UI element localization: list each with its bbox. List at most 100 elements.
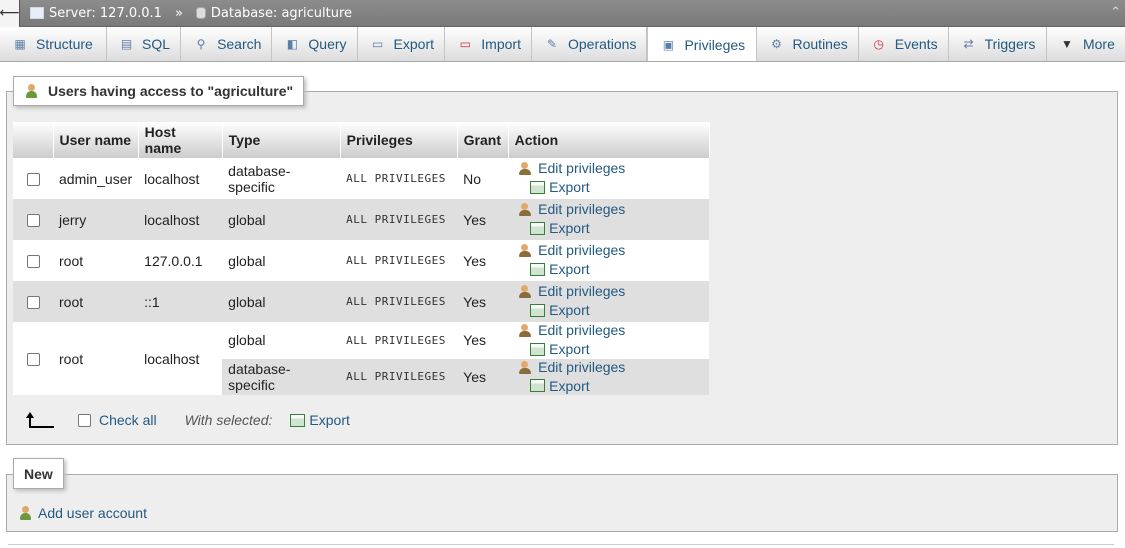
cell-host: 127.0.0.1 — [138, 240, 223, 281]
breadcrumb: Server: 127.0.0.1 » Database: agricultur… — [30, 6, 352, 21]
row-checkbox-cell — [13, 158, 53, 199]
row-checkbox-cell — [13, 199, 53, 240]
tab-operations[interactable]: ✎ Operations — [532, 27, 648, 61]
breadcrumb-server[interactable]: Server: 127.0.0.1 — [49, 6, 162, 21]
back-arrow-icon[interactable]: ⟵ — [0, 0, 20, 27]
column-header-host[interactable]: Host name — [138, 122, 223, 158]
edit-privileges-link[interactable]: Edit privileges — [518, 283, 625, 299]
edit-user-icon — [518, 322, 534, 338]
tab-more[interactable]: ▼ More — [1047, 27, 1125, 61]
row-checkbox-cell — [13, 240, 53, 281]
cell-grant: Yes — [457, 322, 509, 359]
row-checkbox[interactable] — [26, 296, 40, 310]
cell-privileges: ALL PRIVILEGES — [340, 322, 458, 359]
cell-privileges: ALL PRIVILEGES — [340, 199, 458, 240]
row-checkbox[interactable] — [26, 255, 40, 269]
export-selected-button[interactable]: Export — [290, 412, 350, 428]
tab-label: Import — [481, 36, 521, 52]
collapse-icon[interactable]: ⌃ — [1110, 5, 1121, 20]
edit-privileges-link[interactable]: Edit privileges — [518, 160, 625, 176]
cell-user: jerry — [53, 199, 139, 240]
check-all-label[interactable]: Check all — [99, 412, 157, 428]
column-header-grant[interactable]: Grant — [457, 122, 509, 158]
row-checkbox[interactable] — [26, 214, 40, 228]
cell-grant: Yes — [457, 281, 509, 322]
column-header-type[interactable]: Type — [222, 122, 341, 158]
add-user-icon — [18, 505, 34, 521]
cell-type: database-specific — [222, 158, 341, 199]
cell-action: Edit privileges Export — [508, 281, 710, 322]
cell-host: localhost — [138, 322, 223, 395]
with-selected-label: With selected: — [184, 412, 273, 428]
edit-privileges-label: Edit privileges — [538, 358, 626, 375]
breadcrumb-bar: ⟵ Server: 127.0.0.1 » Database: agricult… — [0, 0, 1125, 27]
export-link[interactable]: Export — [530, 341, 590, 357]
edit-privileges-label: Edit privileges — [538, 283, 626, 300]
edit-privileges-link[interactable]: Edit privileges — [518, 242, 625, 258]
arrow-up-left-icon — [26, 412, 54, 428]
cell-privileges: ALL PRIVILEGES — [340, 158, 458, 199]
cell-type: global — [222, 199, 341, 240]
cell-action: Edit privileges Export — [508, 358, 710, 395]
edit-privileges-link[interactable]: Edit privileges — [518, 201, 625, 217]
breadcrumb-separator: » — [174, 5, 183, 21]
tab-query[interactable]: ◧ Query — [272, 27, 358, 61]
export-link[interactable]: Export — [530, 302, 590, 318]
cell-grant: Yes — [457, 358, 509, 395]
cell-host: localhost — [138, 199, 223, 240]
cell-user: admin_user — [53, 158, 139, 199]
tab-import[interactable]: ▭ Import — [445, 27, 532, 61]
tab-events[interactable]: ◷ Events — [859, 27, 949, 61]
cell-user: root — [53, 322, 139, 395]
cell-grant: Yes — [457, 199, 509, 240]
row-checkbox[interactable] — [26, 353, 40, 367]
export-link[interactable]: Export — [530, 378, 590, 394]
cell-privileges: ALL PRIVILEGES — [340, 281, 458, 322]
export-link[interactable]: Export — [530, 261, 590, 277]
users-legend: Users having access to "agriculture" — [13, 76, 305, 106]
table-row: jerry localhost global ALL PRIVILEGES Ye… — [13, 199, 710, 240]
with-selected-bar: Check all With selected: Export — [26, 412, 350, 428]
export-icon — [290, 413, 306, 427]
tab-export[interactable]: ▭ Export — [358, 27, 446, 61]
tab-label: Routines — [792, 36, 848, 52]
row-checkbox-cell — [13, 281, 53, 322]
export-icon — [530, 180, 546, 194]
tab-sql[interactable]: ▤ SQL — [107, 27, 182, 61]
query-icon: ◧ — [286, 37, 299, 51]
tab-label: Events — [894, 36, 938, 52]
tab-structure[interactable]: ▦ Structure — [0, 27, 108, 61]
cell-user: root — [53, 240, 139, 281]
column-header-user[interactable]: User name — [53, 122, 139, 158]
tab-label: Structure — [36, 36, 93, 52]
cell-host: ::1 — [138, 281, 223, 322]
breadcrumb-database[interactable]: Database: agriculture — [211, 6, 352, 21]
tab-search[interactable]: ⚲ Search — [181, 27, 273, 61]
edit-privileges-link[interactable]: Edit privileges — [518, 359, 625, 375]
row-checkbox[interactable] — [26, 173, 40, 187]
tab-routines[interactable]: ⚙ Routines — [757, 27, 859, 61]
export-link[interactable]: Export — [530, 220, 590, 237]
tab-label: Triggers — [984, 36, 1036, 52]
export-link[interactable]: Export — [530, 179, 590, 196]
tab-privileges[interactable]: ▣ Privileges — [647, 27, 757, 61]
add-user-account-label: Add user account — [38, 505, 147, 521]
edit-privileges-link[interactable]: Edit privileges — [518, 322, 625, 338]
routines-icon: ⚙ — [771, 37, 782, 51]
users-table: User name Host name Type Privileges Gran… — [13, 122, 710, 395]
check-all-checkbox[interactable] — [78, 413, 91, 427]
tab-triggers[interactable]: ⇄ Triggers — [949, 27, 1047, 61]
export-label: Export — [549, 220, 590, 237]
privileges-icon: ▣ — [662, 37, 675, 52]
export-icon — [530, 303, 546, 317]
add-user-account-link[interactable]: Add user account — [18, 505, 147, 521]
structure-icon: ▦ — [14, 37, 26, 51]
edit-privileges-label: Edit privileges — [538, 160, 626, 177]
cell-user: root — [53, 281, 139, 322]
export-label: Export — [549, 179, 590, 196]
table-row: root 127.0.0.1 global ALL PRIVILEGES Yes… — [13, 240, 710, 281]
cell-type: global — [222, 281, 341, 322]
export-icon — [530, 342, 546, 356]
column-header-privileges[interactable]: Privileges — [340, 122, 458, 158]
export-icon — [530, 221, 546, 235]
